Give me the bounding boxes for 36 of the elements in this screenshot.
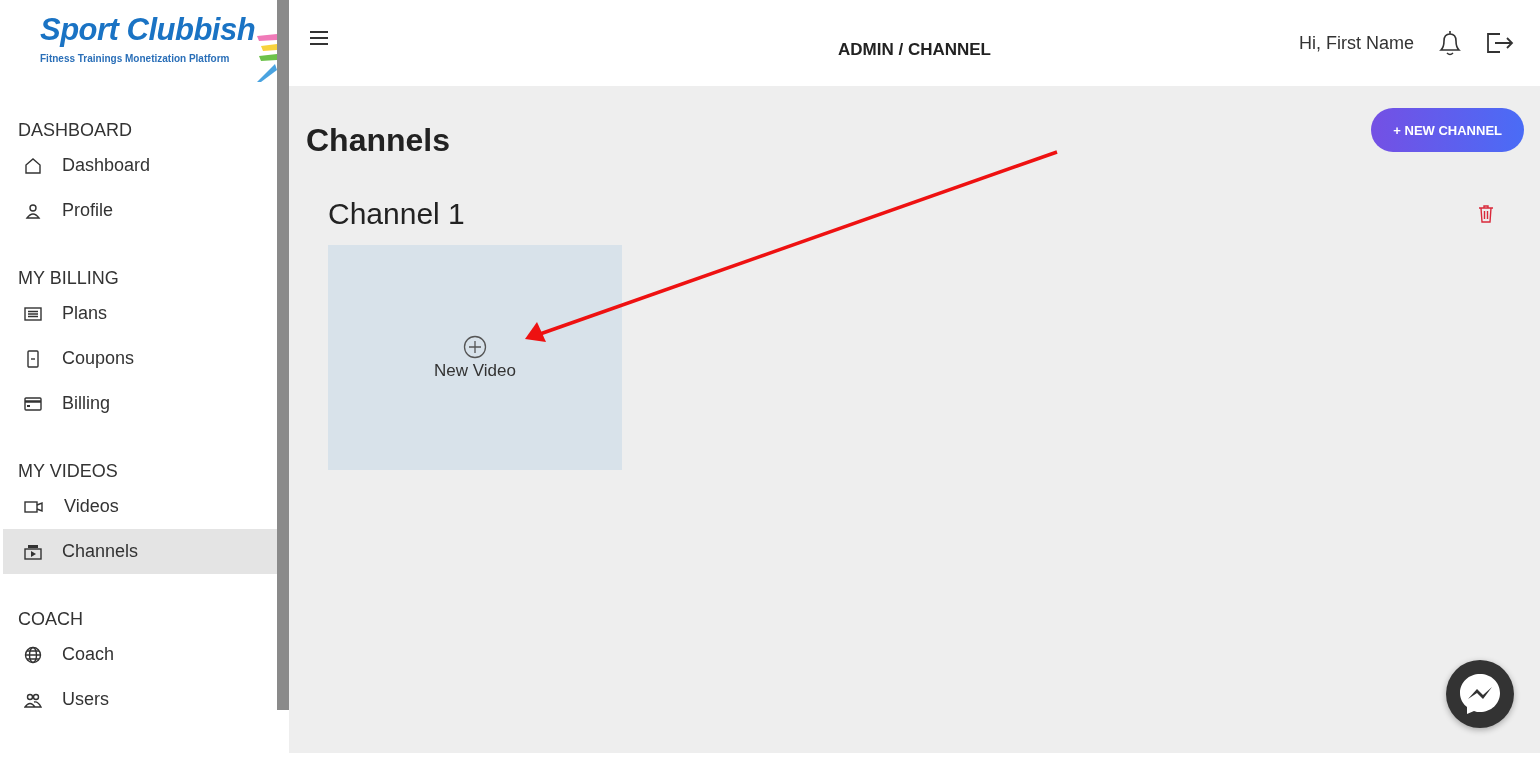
scrollbar[interactable] (277, 0, 289, 710)
logo-splash-icon (255, 32, 277, 84)
list-icon (24, 304, 42, 323)
coupon-icon (24, 349, 42, 368)
person-icon (24, 201, 42, 220)
sidebar-item[interactable]: Profile (3, 188, 277, 233)
sidebar-item[interactable]: Billing (3, 381, 277, 426)
sidebar-item[interactable]: Coupons (3, 336, 277, 381)
menu-icon[interactable] (309, 30, 329, 46)
logo-tagline: Fitness Trainings Monetization Platform (40, 53, 230, 64)
home-icon (24, 156, 42, 175)
plus-circle-icon (463, 334, 487, 359)
sidebar-item[interactable]: Dashboard (3, 143, 277, 188)
section-heading: MY BILLING (17, 268, 120, 289)
card-icon (24, 394, 42, 413)
logo-title: Sport Clubbish (40, 12, 256, 48)
breadcrumb: ADMIN / CHANNEL (838, 40, 991, 60)
channel-title: Channel 1 (328, 197, 465, 231)
section-heading: MY VIDEOS (17, 461, 119, 482)
section-heading: DASHBOARD (17, 120, 134, 141)
sidebar-item[interactable]: Videos (3, 484, 277, 529)
page-title: Channels (306, 122, 451, 159)
section-heading: COACH (17, 609, 84, 630)
trash-icon[interactable] (1478, 205, 1494, 223)
globe-icon (24, 645, 42, 664)
new-video-tile[interactable]: New Video (328, 245, 622, 470)
sidebar-item[interactable]: Channels (3, 529, 277, 574)
chat-icon (1457, 671, 1503, 717)
bell-icon[interactable] (1438, 29, 1462, 57)
channel-icon (24, 542, 42, 561)
logout-icon[interactable] (1486, 31, 1514, 55)
sidebar-item[interactable]: Coach (3, 632, 277, 677)
sidebar-item[interactable]: Users (3, 677, 277, 722)
new-channel-button[interactable]: + NEW CHANNEL (1371, 108, 1524, 152)
sidebar-item[interactable]: Plans (3, 291, 277, 336)
greeting: Hi, First Name (1299, 32, 1414, 54)
